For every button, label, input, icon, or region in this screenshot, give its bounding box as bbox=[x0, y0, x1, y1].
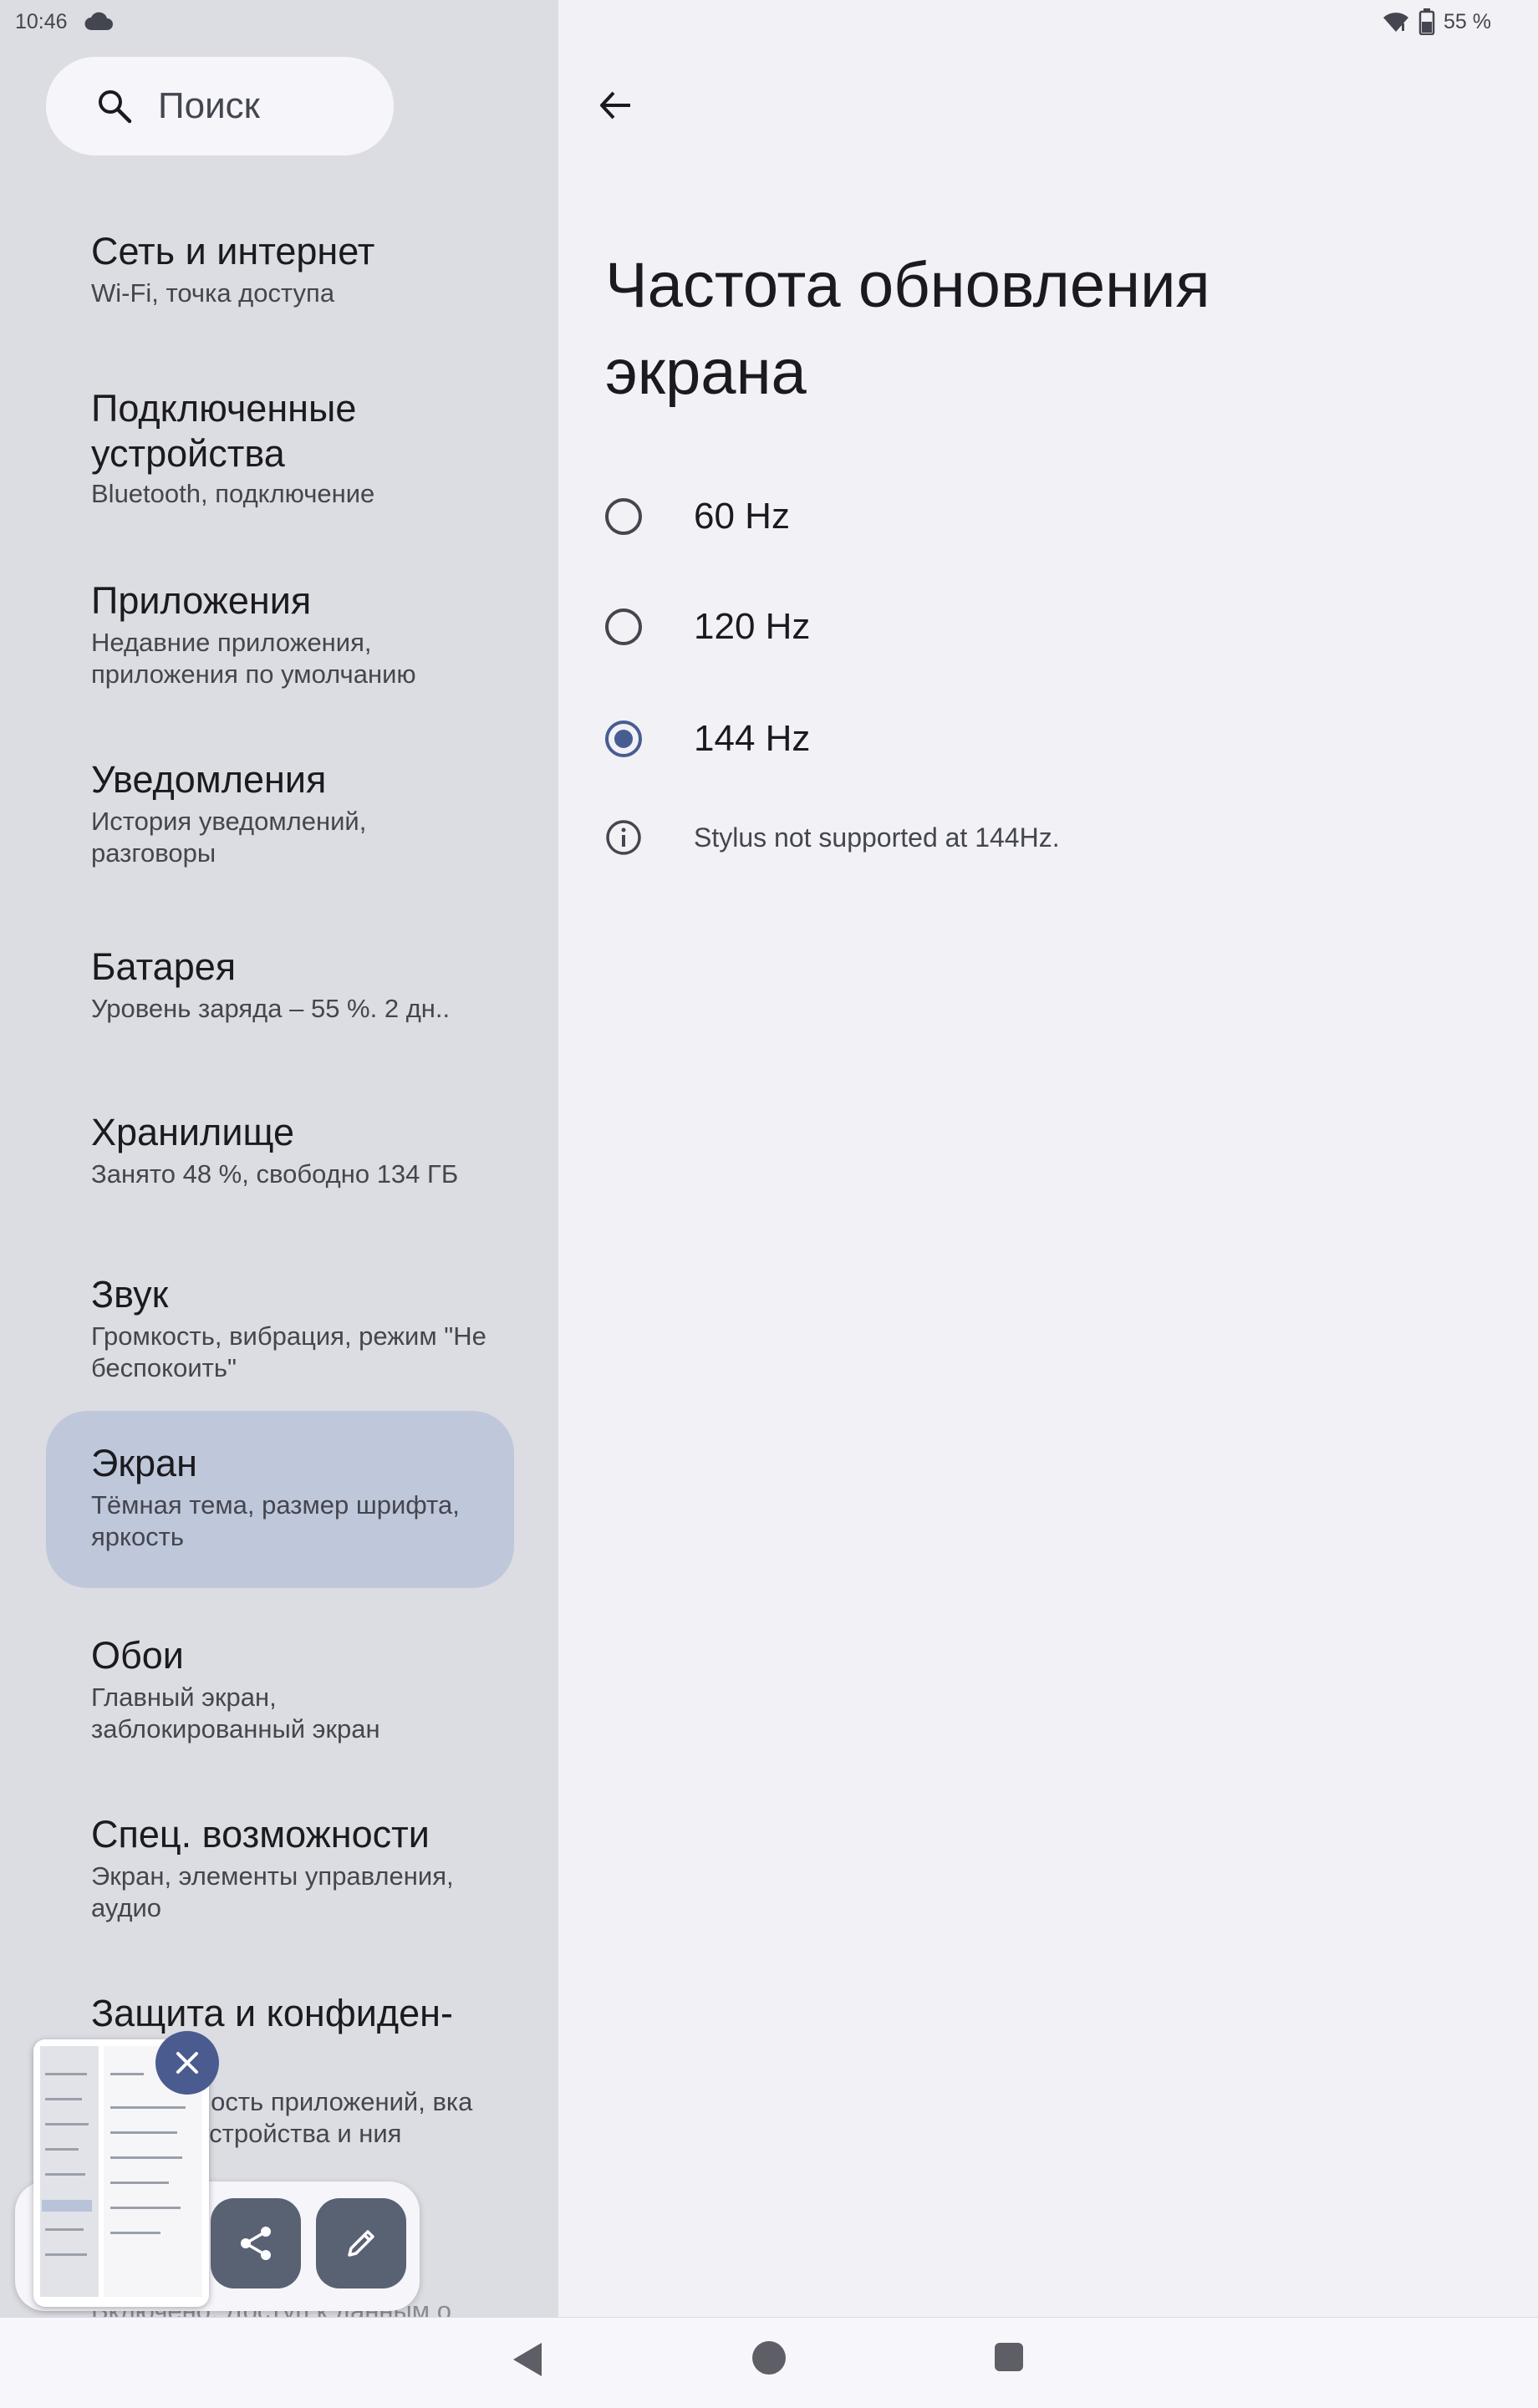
thumbnail-line bbox=[45, 2123, 89, 2125]
thumbnail-line bbox=[110, 2073, 144, 2075]
search-button[interactable]: Поиск bbox=[46, 57, 394, 155]
sidebar-item-title: Хранилище bbox=[91, 1111, 294, 1153]
thumbnail-line bbox=[45, 2098, 82, 2100]
settings-sidebar: Поиск Сеть и интернет Wi-Fi, точка досту… bbox=[0, 0, 558, 2317]
radio-button-selected[interactable] bbox=[605, 720, 642, 757]
thumbnail-line bbox=[45, 2148, 79, 2151]
sidebar-item-subtitle: Главный экран, заблокированный экран bbox=[91, 1683, 380, 1744]
display-refresh-rate-page: Частота обновления экрана 60 Hz 120 Hz 1… bbox=[558, 0, 1538, 2317]
nav-back-button[interactable] bbox=[512, 2341, 545, 2378]
sidebar-item-title: Сеть и интернет bbox=[91, 230, 375, 272]
share-button[interactable] bbox=[211, 2198, 301, 2288]
thumbnail-line bbox=[110, 2181, 169, 2184]
sidebar-item-subtitle: Громкость, вибрация, режим "Не беспокоит… bbox=[91, 1321, 486, 1382]
share-icon bbox=[241, 2227, 271, 2260]
wifi-icon bbox=[1383, 13, 1409, 32]
info-row: Stylus not supported at 144Hz. bbox=[605, 819, 1060, 856]
sidebar-item-subtitle: Недавние приложения, приложения по умолч… bbox=[91, 628, 416, 689]
radio-button[interactable] bbox=[605, 498, 642, 535]
status-right: 55 % bbox=[1382, 8, 1491, 35]
sidebar-item-title: Звук bbox=[91, 1273, 169, 1316]
sidebar-item-display[interactable]: Экран Тёмная тема, размер шрифта, яркост… bbox=[46, 1411, 514, 1588]
search-icon bbox=[99, 90, 132, 124]
sidebar-item-title: Экран bbox=[91, 1442, 197, 1484]
thumbnail-line bbox=[110, 2232, 160, 2234]
radio-label: 120 Hz bbox=[694, 606, 811, 647]
sidebar-item-title: Уведомления bbox=[91, 758, 327, 801]
back-button[interactable] bbox=[585, 75, 645, 135]
battery-icon bbox=[1418, 8, 1435, 35]
thumbnail-line bbox=[45, 2173, 85, 2176]
nav-recents-button[interactable] bbox=[995, 2343, 1023, 2371]
sidebar-item-subtitle: История уведомлений, разговоры bbox=[91, 807, 367, 868]
sidebar-item-subtitle: Экран, элементы управления, аудио bbox=[91, 1861, 454, 1922]
sidebar-item-subtitle: Занято 48 %, свободно 134 ГБ bbox=[91, 1159, 459, 1189]
refresh-option-120[interactable]: 120 Hz bbox=[605, 585, 1190, 669]
pencil-icon bbox=[348, 2230, 374, 2257]
thumbnail-line bbox=[110, 2106, 186, 2109]
sidebar-item-apps[interactable]: Приложения Недавние приложения, приложен… bbox=[46, 568, 514, 710]
edit-button[interactable] bbox=[316, 2198, 406, 2288]
radio-label: 144 Hz bbox=[694, 718, 811, 759]
sidebar-item-title: Батарея bbox=[91, 945, 237, 988]
info-icon bbox=[606, 820, 641, 855]
status-time: 10:46 bbox=[15, 10, 68, 33]
search-label: Поиск bbox=[158, 85, 260, 126]
sidebar-item-subtitle: Wi-Fi, точка доступа bbox=[91, 278, 335, 308]
sidebar-item-subtitle: Уровень заряда – 55 %. 2 дн.. bbox=[91, 994, 451, 1023]
sidebar-item-network[interactable]: Сеть и интернет Wi-Fi, точка доступа bbox=[46, 219, 514, 344]
thumbnail-line bbox=[42, 2200, 92, 2212]
radio-label: 60 Hz bbox=[694, 496, 790, 537]
thumbnail-line bbox=[45, 2073, 87, 2075]
info-text: Stylus not supported at 144Hz. bbox=[694, 822, 1060, 853]
screenshot-preview bbox=[15, 2031, 420, 2315]
arrow-back-icon bbox=[600, 91, 630, 120]
radio-button[interactable] bbox=[605, 608, 642, 645]
sidebar-item-connected-devices[interactable]: Подключенные устройства Bluetooth, подкл… bbox=[46, 376, 514, 535]
thumbnail-line bbox=[45, 2228, 84, 2231]
sidebar-item-title: Спец. возможности bbox=[91, 1813, 430, 1856]
sidebar-item-title: Обои bbox=[91, 1634, 184, 1677]
thumbnail-sidebar bbox=[40, 2046, 99, 2297]
sidebar-item-subtitle: Тёмная тема, размер шрифта, яркость bbox=[91, 1490, 460, 1551]
refresh-option-144[interactable]: 144 Hz bbox=[605, 697, 1190, 781]
nav-home-button[interactable] bbox=[752, 2341, 786, 2375]
thumbnail-line bbox=[110, 2207, 181, 2209]
sidebar-item-title: Подключенные устройства bbox=[91, 387, 357, 475]
close-icon bbox=[176, 2052, 198, 2074]
page-title: Частота обновления экрана bbox=[605, 250, 1210, 408]
sidebar-item-accessibility[interactable]: Спец. возможности Экран, элементы управл… bbox=[46, 1802, 514, 1944]
sidebar-item-notifications[interactable]: Уведомления История уведомлений, разгово… bbox=[46, 747, 514, 889]
refresh-option-60[interactable]: 60 Hz bbox=[605, 475, 1190, 558]
navigation-bar bbox=[0, 2317, 1538, 2408]
sidebar-item-sound[interactable]: Звук Громкость, вибрация, режим "Не бесп… bbox=[46, 1262, 514, 1404]
close-preview-button[interactable] bbox=[155, 2031, 219, 2095]
battery-percent: 55 % bbox=[1444, 9, 1491, 33]
thumbnail-line bbox=[45, 2253, 87, 2256]
thumbnail-line bbox=[110, 2131, 177, 2134]
sidebar-item-storage[interactable]: Хранилище Занято 48 %, свободно 134 ГБ bbox=[46, 1100, 514, 1225]
status-bar: 10:46 55 % bbox=[0, 0, 1538, 47]
sidebar-item-wallpaper[interactable]: Обои Главный экран, заблокированный экра… bbox=[46, 1623, 514, 1765]
thumbnail-line bbox=[110, 2156, 182, 2159]
sidebar-item-title: Приложения bbox=[91, 579, 312, 622]
cloud-icon bbox=[84, 12, 113, 30]
sidebar-item-battery[interactable]: Батарея Уровень заряда – 55 %. 2 дн.. bbox=[46, 934, 514, 1060]
sidebar-item-subtitle: Bluetooth, подключение bbox=[91, 479, 375, 508]
